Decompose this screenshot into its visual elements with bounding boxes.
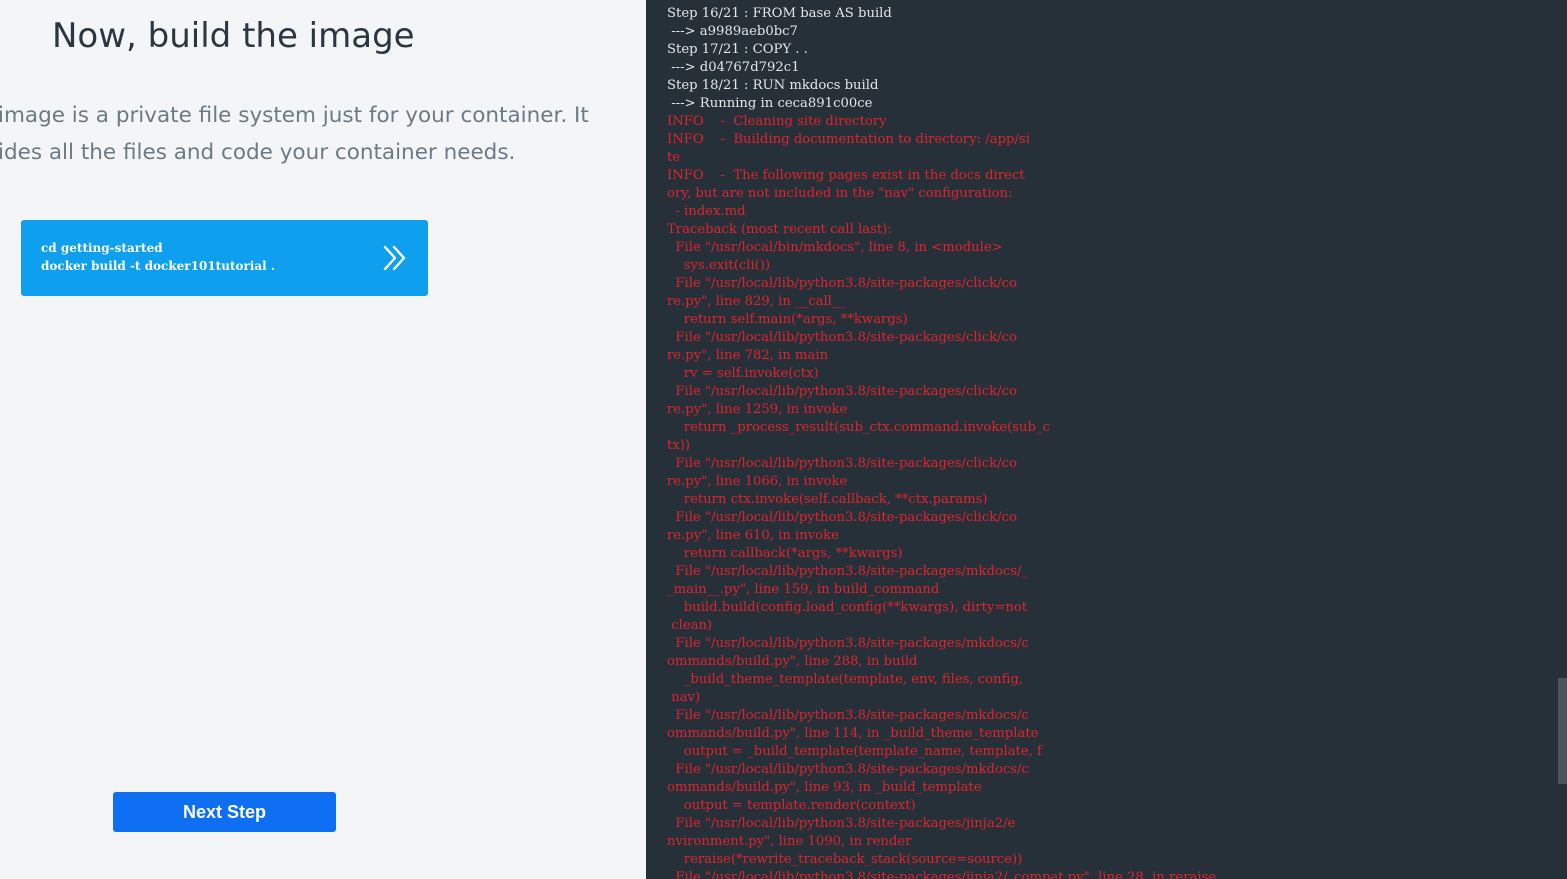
terminal-scrollbar-thumb[interactable] — [1558, 678, 1567, 784]
terminal-output[interactable]: ---> ccb3edd0c47Step 16/21 : FROM base A… — [646, 0, 1567, 879]
terminal-line: File "/usr/local/lib/python3.8/site-pack… — [667, 276, 1017, 291]
terminal-line: te — [667, 150, 681, 165]
terminal-line: _main__.py", line 159, in build_command — [667, 582, 940, 597]
terminal-line: INFO - The following pages exist in the … — [667, 168, 1025, 183]
command-line: cd getting-started — [41, 241, 163, 255]
terminal-line: build.build(config.load_config(**kwargs)… — [667, 600, 1028, 615]
terminal-line: reraise(*rewrite_traceback_stack(source=… — [667, 852, 1023, 867]
terminal-line: File "/usr/local/lib/python3.8/site-pack… — [667, 816, 1016, 831]
terminal-line: output = template.render(context) — [667, 798, 916, 813]
terminal-line: sys.exit(cli()) — [667, 258, 771, 273]
terminal-line: tx)) — [667, 438, 691, 453]
terminal-line: File "/usr/local/lib/python3.8/site-pack… — [667, 456, 1017, 471]
terminal-line: File "/usr/local/lib/python3.8/site-pack… — [667, 510, 1017, 525]
terminal-line: INFO - Cleaning site directory — [667, 114, 887, 129]
terminal-line: INFO - Building documentation to directo… — [667, 132, 1030, 147]
terminal-line: nav) — [667, 690, 701, 705]
terminal-line: return self.main(*args, **kwargs) — [667, 312, 908, 327]
description: image is a private file system just for … — [0, 97, 608, 171]
command-snippet-button[interactable]: cd getting-started docker build -t docker… — [21, 220, 428, 296]
terminal-line: Step 18/21 : RUN mkdocs build — [667, 78, 879, 93]
terminal-line: _build_theme_template(template, env, fil… — [667, 672, 1024, 687]
terminal-line: File "/usr/local/lib/python3.8/site-pack… — [667, 762, 1029, 777]
terminal-line: ory, but are not included in the "nav" c… — [667, 186, 1013, 201]
terminal-line: re.py", line 1066, in invoke — [667, 474, 848, 489]
terminal-line: File "/usr/local/lib/python3.8/site-pack… — [667, 330, 1017, 345]
terminal-line: File "/usr/local/lib/python3.8/site-pack… — [667, 384, 1017, 399]
terminal-line: File "/usr/local/lib/python3.8/site-pack… — [667, 708, 1029, 723]
terminal-line: ommands/build.py", line 93, in _build_te… — [667, 780, 982, 795]
terminal-line: return callback(*args, **kwargs) — [667, 546, 903, 561]
terminal-line: return ctx.invoke(self.callback, **ctx.p… — [667, 492, 988, 507]
terminal-line: Step 17/21 : COPY . . — [667, 42, 808, 57]
next-step-button[interactable]: Next Step — [113, 792, 336, 832]
terminal-line: Step 16/21 : FROM base AS build — [667, 6, 892, 21]
terminal-line: ---> Running in ceca891c00ce — [667, 96, 873, 111]
page-title: Now, build the image — [52, 16, 415, 56]
terminal-line: re.py", line 1259, in invoke — [667, 402, 848, 417]
terminal-line: ---> a9989aeb0bc7 — [667, 24, 798, 39]
tutorial-panel: Now, build the image image is a private … — [0, 0, 646, 879]
terminal-line: File "/usr/local/lib/python3.8/site-pack… — [667, 564, 1029, 579]
terminal-line: re.py", line 610, in invoke — [667, 528, 839, 543]
command-text: cd getting-started docker build -t docker… — [41, 239, 275, 275]
terminal-line: - index.md — [667, 204, 746, 219]
terminal-line: re.py", line 782, in main — [667, 348, 829, 363]
double-chevron-right-icon[interactable] — [382, 244, 408, 272]
terminal-line: output = _build_template(template_name, … — [667, 744, 1042, 759]
terminal-line: ommands/build.py", line 288, in build — [667, 654, 918, 669]
terminal-line: File "/usr/local/lib/python3.8/site-pack… — [667, 870, 1217, 879]
terminal-line: re.py", line 829, in __call__ — [667, 294, 846, 309]
terminal-line: return _process_result(sub_ctx.command.i… — [667, 420, 1050, 435]
terminal-line: ---> d04767d792c1 — [667, 60, 800, 75]
description-line: image is a private file system just for … — [0, 103, 589, 128]
terminal-line: clean) — [667, 618, 713, 633]
terminal-line: nvironment.py", line 1090, in render — [667, 834, 912, 849]
command-line: docker build -t docker101tutorial . — [41, 259, 276, 273]
terminal-lines: ---> ccb3edd0c47Step 16/21 : FROM base A… — [667, 0, 1216, 879]
terminal-line: ommands/build.py", line 114, in _build_t… — [667, 726, 1039, 741]
terminal-line: Traceback (most recent call last): — [667, 222, 892, 237]
terminal-line: File "/usr/local/bin/mkdocs", line 8, in… — [667, 240, 1003, 255]
terminal-line: File "/usr/local/lib/python3.8/site-pack… — [667, 636, 1029, 651]
description-line: ides all the files and code your contain… — [0, 140, 516, 165]
terminal-line: rv = self.invoke(ctx) — [667, 366, 819, 381]
